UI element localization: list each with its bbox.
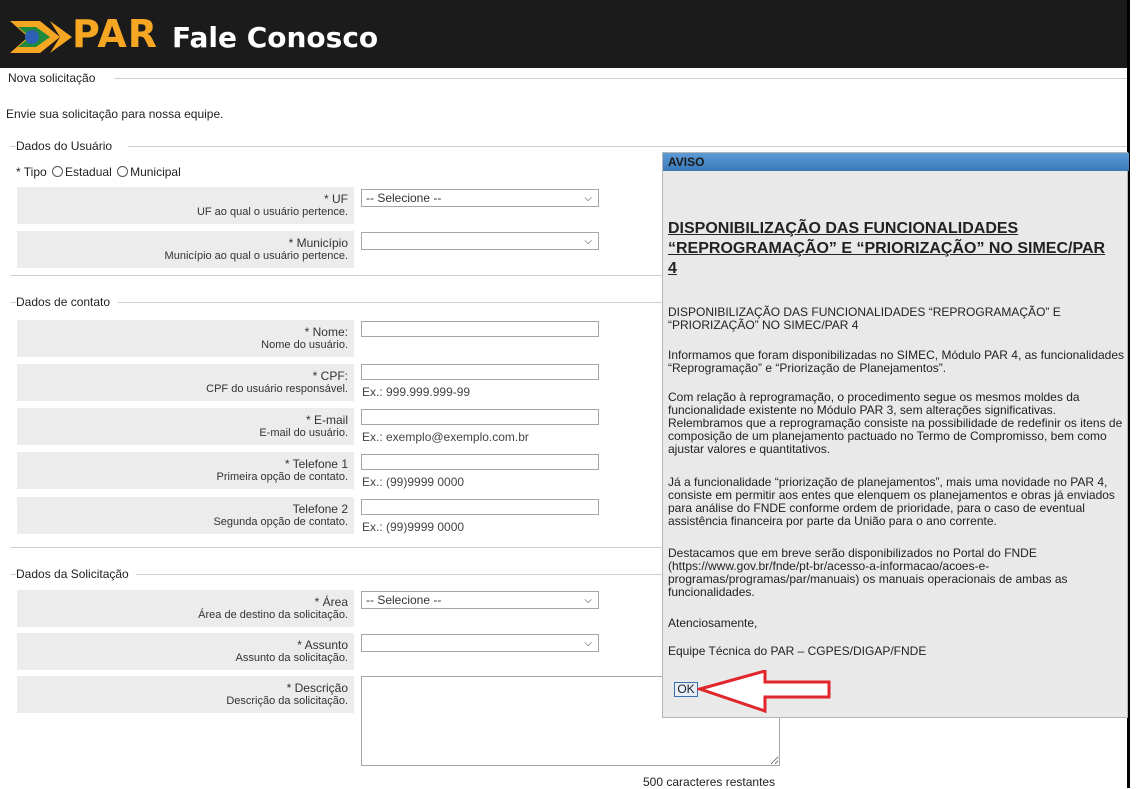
telefone1-label-cell: * Telefone 1 Primeira opção de contato. [17,452,354,489]
logo-text: PAR [72,12,159,56]
nome-sublabel: Nome do usuário. [261,339,348,351]
uf-select-value: -- Selecione -- [366,191,442,205]
assunto-sublabel: Assunto da solicitação. [235,652,348,664]
dialog-paragraph: DISPONIBILIZAÇÃO DAS FUNCIONALIDADES “RE… [668,305,1061,332]
nome-label: * Nome: [304,325,348,339]
chevron-down-icon: ⌵ [584,638,592,649]
cpf-sublabel: CPF do usuário responsável. [206,383,348,395]
cpf-example: Ex.: 999.999.999-99 [362,385,471,399]
uf-label: * UF [324,192,348,206]
email-input[interactable] [361,409,599,425]
telefone2-input[interactable] [361,499,599,515]
dialog-paragraph: Informamos que foram disponibilizadas no… [668,348,1125,375]
radio-municipal[interactable] [117,166,129,177]
uf-select[interactable]: -- Selecione -- ⌵ [361,189,599,207]
assunto-select[interactable]: ⌵ [361,634,599,652]
municipio-select[interactable]: ⌵ [361,232,599,250]
cpf-label: * CPF: [312,369,348,383]
telefone1-label: * Telefone 1 [284,457,348,471]
area-sublabel: Área de destino da solicitação. [198,609,348,621]
email-label-cell: * E-mail E-mail do usuário. [17,408,354,445]
municipio-sublabel: Município ao qual o usuário pertence. [164,250,348,262]
chevron-down-icon: ⌵ [584,193,592,204]
dialog-paragraph: Atenciosamente, [668,616,758,630]
red-arrow-icon [697,670,831,714]
dialog-paragraph: Equipe Técnica do PAR – CGPES/DIGAP/FNDE [668,644,927,658]
request-legend: Dados da Solicitação [16,567,129,581]
dialog-paragraph: Com relação à reprogramação, o procedime… [668,390,1123,456]
area-select-value: -- Selecione -- [366,593,442,607]
uf-sublabel: UF ao qual o usuário pertence. [196,206,348,218]
area-select[interactable]: -- Selecione -- ⌵ [361,591,599,609]
radio-estadual[interactable] [52,166,64,177]
dialog-paragraph: Destacamos que em breve serão disponibil… [668,546,1068,599]
descricao-label: * Descrição [286,681,348,695]
aviso-dialog: AVISO DISPONIBILIZAÇÃO DAS FUNCIONALIDAD… [662,152,1129,718]
telefone2-example: Ex.: (99)9999 0000 [362,520,465,534]
ok-button[interactable]: OK [674,682,698,697]
telefone1-example: Ex.: (99)9999 0000 [362,475,465,489]
telefone2-label-cell: Telefone 2 Segunda opção de contato. [17,497,354,534]
municipio-label: * Município [288,236,348,250]
section-title: Nova solicitação [8,71,96,85]
user-legend: Dados do Usuário [16,139,113,153]
descricao-label-cell: * Descrição Descrição da solicitação. [17,676,354,713]
assunto-label: * Assunto [297,638,348,652]
area-label-cell: * Área Área de destino da solicitação. [17,590,354,627]
dialog-heading: DISPONIBILIZAÇÃO DAS FUNCIONALIDADES “RE… [668,220,1106,277]
remaining-chars: 500 caracteres restantes [643,775,776,789]
par-logo-icon [10,21,72,53]
telefone1-input[interactable] [361,454,599,470]
telefone2-sublabel: Segunda opção de contato. [213,516,348,528]
radio-estadual-label: Estadual [65,165,112,179]
assunto-label-cell: * Assunto Assunto da solicitação. [17,633,354,670]
tipo-row: * Tipo Estadual Municipal [16,165,181,179]
nome-label-cell: * Nome: Nome do usuário. [17,320,354,357]
nome-input[interactable] [361,321,599,337]
telefone1-sublabel: Primeira opção de contato. [216,471,348,483]
cpf-input[interactable] [361,364,599,380]
tipo-label: * Tipo [16,165,47,179]
intro-text: Envie sua solicitação para nossa equipe. [6,107,224,121]
email-sublabel: E-mail do usuário. [259,427,348,439]
area-label: * Área [314,595,348,609]
dialog-title: AVISO [663,153,1129,171]
dialog-paragraph: Já a funcionalidade “priorização de plan… [668,475,1115,528]
telefone2-label: Telefone 2 [292,502,348,516]
contact-legend: Dados de contato [16,295,111,309]
municipio-label-cell: * Município Município ao qual o usuário … [17,231,354,268]
chevron-down-icon: ⌵ [584,595,592,606]
page-title: Fale Conosco [172,21,379,54]
uf-label-cell: * UF UF ao qual o usuário pertence. [17,187,354,224]
descricao-sublabel: Descrição da solicitação. [226,695,348,707]
email-example: Ex.: exemplo@exemplo.com.br [362,430,529,444]
email-label: * E-mail [305,413,348,427]
chevron-down-icon: ⌵ [584,236,592,247]
cpf-label-cell: * CPF: CPF do usuário responsável. [17,364,354,401]
app-header: PAR Fale Conosco [0,0,1129,68]
radio-municipal-label: Municipal [130,165,181,179]
